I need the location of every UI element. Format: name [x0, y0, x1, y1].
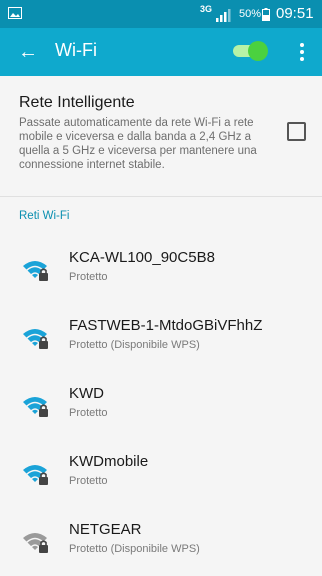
network-ssid: FASTWEB-1-MtdoGBiVFhhZ	[69, 317, 263, 334]
wifi-lock-icon	[23, 261, 48, 281]
divider	[0, 196, 322, 197]
network-status: Protetto	[69, 475, 108, 487]
smart-network-description: Passate automaticamente da rete Wi-Fi a …	[19, 117, 257, 171]
status-bar: 3G 50% 09:51	[0, 0, 322, 28]
wifi-lock-icon	[23, 397, 48, 417]
toggle-knob	[248, 41, 268, 61]
network-ssid: NETGEAR	[69, 521, 142, 538]
smart-network-checkbox[interactable]	[287, 122, 306, 141]
wifi-toggle[interactable]	[233, 41, 268, 61]
network-status: Protetto (Disponibile WPS)	[69, 339, 200, 351]
page-title: Wi-Fi	[55, 40, 97, 60]
wifi-network-item[interactable]: KWDmobile Protetto	[0, 440, 322, 508]
wifi-lock-icon	[23, 465, 48, 485]
smart-network-setting[interactable]: Rete Intelligente Passate automaticament…	[0, 76, 322, 196]
signal-icon	[216, 9, 231, 22]
clock: 09:51	[276, 5, 314, 22]
network-status: Protetto	[69, 271, 108, 283]
more-options-icon[interactable]	[294, 40, 310, 64]
app-bar: ← Wi-Fi	[0, 28, 322, 76]
section-title: Reti Wi-Fi	[19, 210, 70, 222]
network-ssid: KWDmobile	[69, 453, 149, 470]
battery-icon	[262, 8, 270, 21]
smart-network-label: Rete Intelligente	[19, 94, 135, 111]
wifi-network-item[interactable]: KCA-WL100_90C5B8 Protetto	[0, 236, 322, 304]
back-arrow-icon[interactable]: ←	[16, 38, 40, 66]
wifi-network-item[interactable]: KWD Protetto	[0, 372, 322, 440]
wifi-lock-icon	[23, 329, 48, 349]
network-status: Protetto	[69, 407, 108, 419]
network-ssid: KCA-WL100_90C5B8	[69, 249, 215, 266]
network-type: 3G	[200, 4, 213, 14]
battery-percent: 50%	[239, 8, 262, 20]
wifi-network-item[interactable]: FASTWEB-1-MtdoGBiVFhhZ Protetto (Disponib…	[0, 304, 322, 372]
wifi-network-item[interactable]: NETGEAR Protetto (Disponibile WPS)	[0, 508, 322, 576]
image-notification-icon	[8, 7, 22, 19]
network-ssid: KWD	[69, 385, 104, 402]
wifi-lock-icon	[23, 533, 48, 553]
network-status: Protetto (Disponibile WPS)	[69, 543, 200, 555]
